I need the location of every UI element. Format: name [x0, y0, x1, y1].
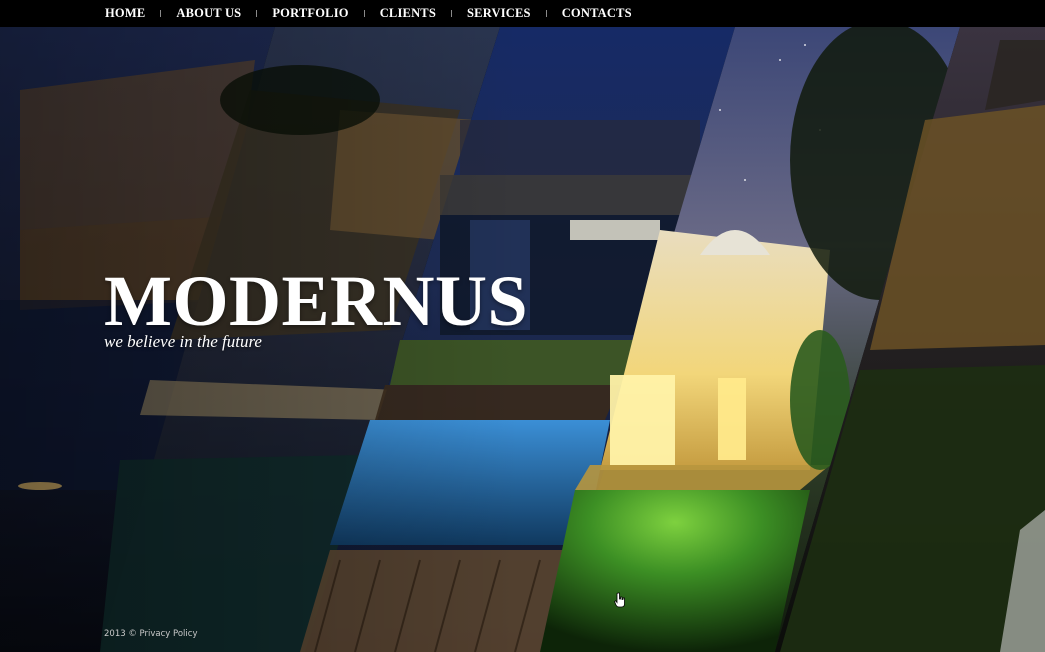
nav-item-portfolio[interactable]: PORTFOLIO: [272, 6, 348, 21]
footer: 2013 © Privacy Policy: [104, 629, 197, 639]
nav-separator: [363, 10, 365, 17]
hero-branding: MODERNUS we believe in the future: [104, 262, 528, 352]
top-navigation-bar: HOME ABOUT US PORTFOLIO CLIENTS SERVICES…: [0, 0, 1045, 27]
nav-item-home[interactable]: HOME: [105, 6, 145, 21]
hand-pointer-icon: [614, 592, 625, 608]
site-logo-title[interactable]: MODERNUS: [104, 262, 528, 340]
main-menu: HOME ABOUT US PORTFOLIO CLIENTS SERVICES…: [105, 0, 632, 27]
nav-separator: [160, 10, 162, 17]
nav-item-contacts[interactable]: CONTACTS: [562, 6, 632, 21]
nav-separator: [256, 10, 258, 17]
nav-item-about-us[interactable]: ABOUT US: [176, 6, 241, 21]
privacy-policy-link[interactable]: Privacy Policy: [140, 629, 198, 639]
nav-separator: [545, 10, 547, 17]
copyright-text: 2013 ©: [104, 629, 137, 639]
nav-item-services[interactable]: SERVICES: [467, 6, 531, 21]
nav-item-clients[interactable]: CLIENTS: [380, 6, 436, 21]
nav-separator: [451, 10, 452, 17]
